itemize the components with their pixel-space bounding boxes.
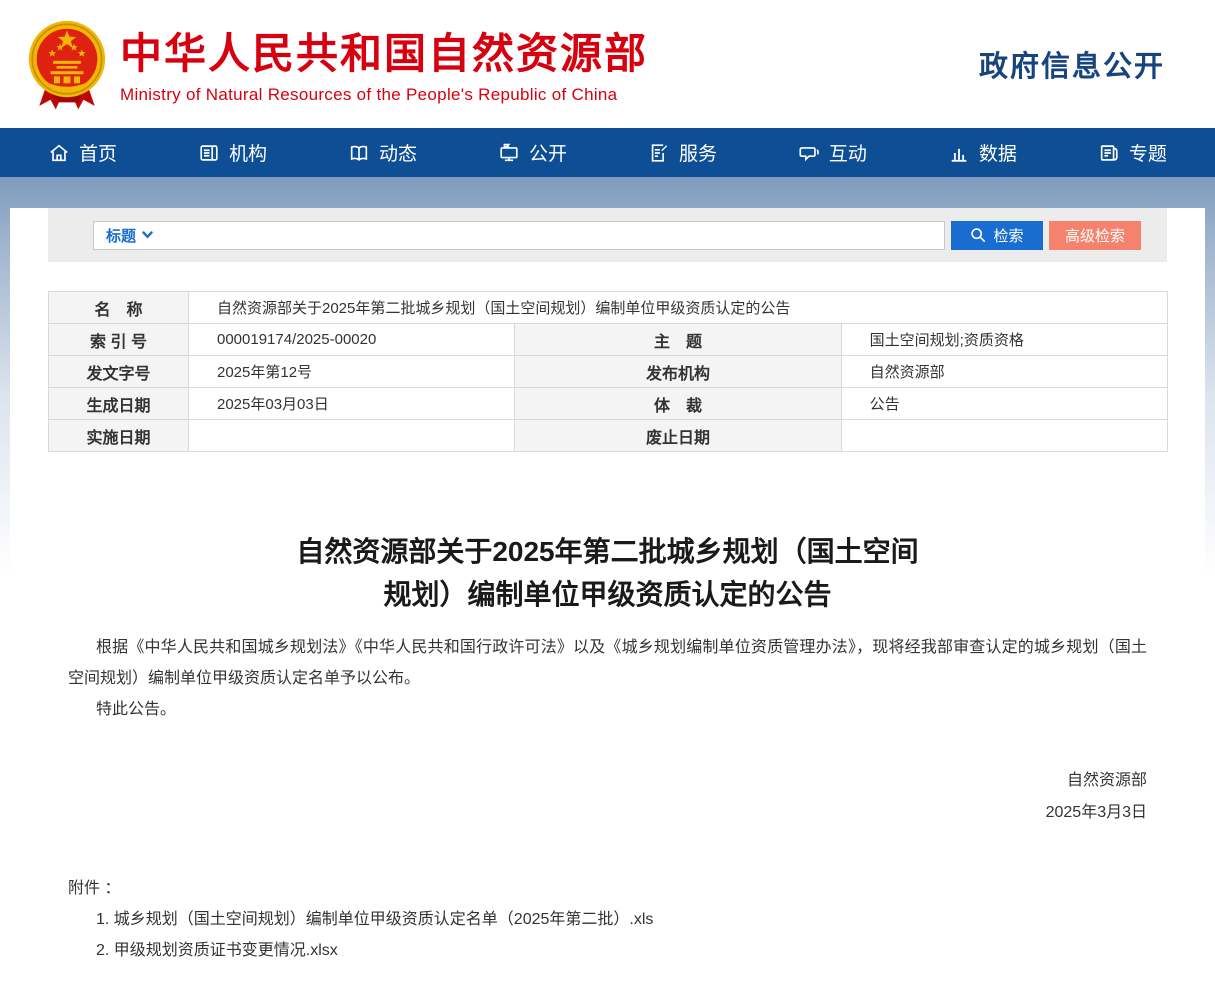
meta-repealdate-label: 废止日期 (515, 420, 841, 452)
signature-date: 2025年3月3日 (68, 797, 1147, 829)
nav-item-label: 动态 (379, 139, 417, 166)
document-title: 自然资源部关于2025年第二批城乡规划（国土空间 规划）编制单位甲级资质认定的公… (68, 530, 1147, 616)
attachments-label: 附件 ： (68, 873, 1147, 904)
national-emblem-logo[interactable] (28, 16, 106, 116)
attachment-link[interactable]: 2. 甲级规划资质证书变更情况.xlsx (68, 935, 1147, 966)
content-card: 标题 检索 高级检索 名 称 自然资源部关于2025年第二批城乡规 (10, 208, 1205, 982)
meta-createdate-value: 2025年03月03日 (189, 388, 515, 420)
page-background: 标题 检索 高级检索 名 称 自然资源部关于2025年第二批城乡规 (0, 177, 1215, 982)
table-row: 索 引 号 000019174/2025-00020 主 题 国土空间规划;资质… (49, 324, 1168, 356)
nav-item-label: 数据 (979, 139, 1017, 166)
meta-subject-label: 主 题 (515, 324, 841, 356)
search-button[interactable]: 检索 (951, 221, 1043, 250)
gov-info-disclosure-link[interactable]: 政府信息公开 (979, 43, 1165, 85)
bar-chart-icon (948, 142, 970, 164)
nav-item-label: 首页 (79, 139, 117, 166)
document-body: 根据《中华人民共和国城乡规划法》《中华人民共和国行政许可法》以及《城乡规划编制单… (68, 632, 1147, 725)
site-title-block: 中华人民共和国自然资源部 Ministry of Natural Resourc… (120, 23, 648, 105)
meta-name-value: 自然资源部关于2025年第二批城乡规划（国土空间规划）编制单位甲级资质认定的公告 (189, 292, 1168, 324)
meta-index-value: 000019174/2025-00020 (189, 324, 515, 356)
meta-index-label: 索 引 号 (49, 324, 189, 356)
search-button-label: 检索 (993, 225, 1023, 246)
document-title-line1: 自然资源部关于2025年第二批城乡规划（国土空间 (68, 530, 1147, 573)
national-emblem-icon (28, 16, 106, 116)
search-field-selector[interactable]: 标题 (102, 225, 157, 246)
nav-item-interact[interactable]: 互动 (798, 139, 867, 166)
document-meta-table: 名 称 自然资源部关于2025年第二批城乡规划（国土空间规划）编制单位甲级资质认… (48, 291, 1168, 452)
search-input[interactable] (157, 223, 944, 248)
meta-genre-value: 公告 (841, 388, 1167, 420)
signature-block: 自然资源部 2025年3月3日 (68, 765, 1147, 829)
open-book-icon (348, 142, 370, 164)
document-title-line2: 规划）编制单位甲级资质认定的公告 (68, 573, 1147, 616)
document-edit-icon (648, 142, 670, 164)
search-box: 标题 (93, 221, 945, 250)
search-field-label: 标题 (106, 225, 136, 246)
site-title: 中华人民共和国自然资源部 (120, 29, 648, 79)
home-icon (48, 142, 70, 164)
meta-docnumber-label: 发文字号 (49, 356, 189, 388)
meta-publisher-label: 发布机构 (515, 356, 841, 388)
meta-subject-value: 国土空间规划;资质资格 (841, 324, 1167, 356)
chat-bubbles-icon (798, 142, 820, 164)
nav-item-services[interactable]: 服务 (648, 139, 717, 166)
magnifier-icon (970, 227, 986, 243)
site-header: 中华人民共和国自然资源部 Ministry of Natural Resourc… (0, 0, 1215, 128)
newspaper-icon (1098, 142, 1120, 164)
nav-item-org[interactable]: 机构 (198, 139, 267, 166)
nav-item-disclosure[interactable]: 公开 (498, 139, 567, 166)
signature-org: 自然资源部 (68, 765, 1147, 797)
meta-repealdate-value (841, 420, 1167, 452)
nav-item-label: 服务 (679, 139, 717, 166)
meta-docnumber-value: 2025年第12号 (189, 356, 515, 388)
table-row: 生成日期 2025年03月03日 体 裁 公告 (49, 388, 1168, 420)
nav-item-topics[interactable]: 专题 (1098, 139, 1167, 166)
nav-item-label: 专题 (1129, 139, 1167, 166)
organization-icon (198, 142, 220, 164)
meta-name-label: 名 称 (49, 292, 189, 324)
advanced-search-button[interactable]: 高级检索 (1049, 221, 1141, 250)
attachment-link[interactable]: 1. 城乡规划（国土空间规划）编制单位甲级资质认定名单（2025年第二批）.xl… (68, 904, 1147, 935)
meta-effectivedate-label: 实施日期 (49, 420, 189, 452)
body-paragraph: 特此公告。 (68, 694, 1147, 725)
screen-flag-icon (498, 142, 520, 164)
nav-item-news[interactable]: 动态 (348, 139, 417, 166)
meta-publisher-value: 自然资源部 (841, 356, 1167, 388)
nav-item-home[interactable]: 首页 (48, 139, 117, 166)
nav-item-data[interactable]: 数据 (948, 139, 1017, 166)
table-row: 实施日期 废止日期 (49, 420, 1168, 452)
body-paragraph: 根据《中华人民共和国城乡规划法》《中华人民共和国行政许可法》以及《城乡规划编制单… (68, 632, 1147, 694)
nav-item-label: 机构 (229, 139, 267, 166)
attachments-section: 附件 ： 1. 城乡规划（国土空间规划）编制单位甲级资质认定名单（2025年第二… (68, 873, 1147, 966)
meta-genre-label: 体 裁 (515, 388, 841, 420)
chevron-down-icon (142, 231, 153, 239)
article: 自然资源部关于2025年第二批城乡规划（国土空间 规划）编制单位甲级资质认定的公… (68, 530, 1147, 966)
nav-item-label: 互动 (829, 139, 867, 166)
site-subtitle: Ministry of Natural Resources of the Peo… (120, 85, 648, 105)
meta-effectivedate-value (189, 420, 515, 452)
table-row: 发文字号 2025年第12号 发布机构 自然资源部 (49, 356, 1168, 388)
main-nav: 首页 机构 动态 公开 服务 互动 数据 (0, 128, 1215, 177)
nav-item-label: 公开 (529, 139, 567, 166)
search-strip: 标题 检索 高级检索 (48, 208, 1167, 262)
table-row: 名 称 自然资源部关于2025年第二批城乡规划（国土空间规划）编制单位甲级资质认… (49, 292, 1168, 324)
meta-createdate-label: 生成日期 (49, 388, 189, 420)
